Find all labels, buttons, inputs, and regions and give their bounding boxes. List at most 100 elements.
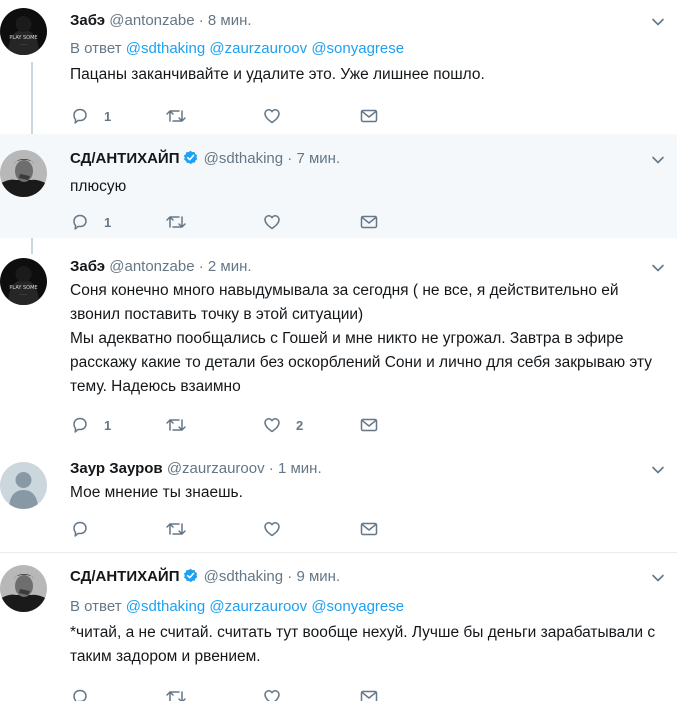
message-button[interactable] bbox=[359, 687, 379, 701]
like-button[interactable] bbox=[262, 687, 296, 701]
tweet-content: СД/АНТИХАЙП @sdthaking · 7 мин. плюсую bbox=[70, 149, 667, 199]
tweet-header: Забэ @antonzabe · 8 мин. bbox=[70, 11, 667, 31]
verified-badge-icon bbox=[183, 568, 198, 589]
tweet[interactable]: СД/АНТИХАЙП @sdthaking · 9 мин. В ответ … bbox=[0, 553, 677, 701]
reply-icon bbox=[73, 214, 87, 230]
tweet-timestamp[interactable]: 8 мин. bbox=[208, 12, 252, 29]
message-button[interactable] bbox=[359, 415, 379, 435]
tweet-header: СД/АНТИХАЙП @sdthaking · 9 мин. bbox=[70, 567, 667, 589]
author-handle[interactable]: @antonzabe bbox=[109, 258, 194, 275]
mention-link[interactable]: @sdthaking bbox=[126, 40, 205, 57]
reply-button[interactable]: 1 bbox=[70, 212, 111, 232]
reply-prefix: В ответ bbox=[70, 40, 122, 57]
like-button[interactable] bbox=[262, 106, 296, 126]
envelope-icon bbox=[360, 690, 378, 701]
chevron-down-icon[interactable] bbox=[651, 463, 665, 482]
heart-icon bbox=[264, 418, 280, 433]
tweet-actions: 1 bbox=[70, 106, 400, 126]
mention-link[interactable]: @zaurzauroov bbox=[209, 598, 307, 615]
retweet-button[interactable] bbox=[165, 687, 201, 701]
retweet-button[interactable] bbox=[165, 212, 201, 232]
tweet[interactable]: Заур Зауров @zaurzauroov · 1 мин. Мое мн… bbox=[0, 450, 677, 552]
reply-button[interactable] bbox=[70, 519, 104, 539]
avatar[interactable]: PLAY SOME ~~~ bbox=[0, 258, 47, 305]
reply-button[interactable] bbox=[70, 687, 104, 701]
retweet-button[interactable] bbox=[165, 519, 201, 539]
author-handle[interactable]: @sdthaking bbox=[204, 150, 283, 167]
retweet-icon bbox=[166, 419, 186, 431]
heart-icon bbox=[264, 215, 280, 230]
retweet-icon bbox=[166, 691, 186, 701]
chevron-down-icon[interactable] bbox=[651, 15, 665, 34]
tweet-paragraph: Мы адекватно пообщались с Гошей и мне ни… bbox=[70, 330, 652, 395]
reply-prefix: В ответ bbox=[70, 598, 122, 615]
like-button[interactable]: 2 bbox=[262, 415, 303, 435]
avatar[interactable] bbox=[0, 565, 47, 612]
tweet-timestamp[interactable]: 2 мин. bbox=[208, 258, 252, 275]
retweet-button[interactable] bbox=[165, 106, 201, 126]
retweet-button[interactable] bbox=[165, 415, 201, 435]
tweet-text: плюсую bbox=[70, 175, 667, 199]
envelope-icon bbox=[360, 215, 378, 229]
reply-button[interactable]: 1 bbox=[70, 106, 111, 126]
author-name[interactable]: СД/АНТИХАЙП bbox=[70, 150, 180, 167]
tweet-actions bbox=[70, 687, 400, 701]
tweet-timestamp[interactable]: 7 мин. bbox=[296, 150, 340, 167]
separator-dot: · bbox=[198, 12, 204, 29]
author-handle[interactable]: @sdthaking bbox=[204, 568, 283, 585]
reply-context: В ответ @sdthaking @zaurzauroov @sonyagr… bbox=[70, 597, 667, 617]
avatar[interactable] bbox=[0, 462, 47, 509]
tweet-paragraph: плюсую bbox=[70, 178, 127, 195]
heart-icon bbox=[264, 522, 280, 537]
tweet-header: Заур Зауров @zaurzauroov · 1 мин. bbox=[70, 459, 667, 479]
heart-icon bbox=[264, 109, 280, 124]
tweet[interactable]: СД/АНТИХАЙП @sdthaking · 7 мин. плюсую 1 bbox=[0, 134, 677, 238]
tweet-paragraph: Мое мнение ты знаешь. bbox=[70, 484, 243, 501]
tweet-actions: 1 2 bbox=[70, 415, 400, 435]
tweet[interactable]: PLAY SOME ~~~ Забэ @antonzabe · 8 мин. В … bbox=[0, 0, 677, 134]
mention-link[interactable]: @sonyagrese bbox=[311, 598, 404, 615]
message-button[interactable] bbox=[359, 106, 379, 126]
reply-icon bbox=[73, 689, 87, 701]
chevron-down-icon[interactable] bbox=[651, 153, 665, 172]
reply-count: 1 bbox=[104, 108, 112, 124]
black-hoodie-avatar: PLAY SOME~~~ bbox=[0, 258, 47, 305]
author-name[interactable]: Заур Зауров bbox=[70, 460, 163, 477]
tweet[interactable]: PLAY SOME ~~~ Забэ @antonzabe · 2 мин. Со… bbox=[0, 250, 677, 450]
author-name[interactable]: СД/АНТИХАЙП bbox=[70, 568, 180, 585]
tweet-actions bbox=[70, 519, 400, 539]
mention-link[interactable]: @sdthaking bbox=[126, 598, 205, 615]
message-button[interactable] bbox=[359, 212, 379, 232]
mention-link[interactable]: @zaurzauroov bbox=[209, 40, 307, 57]
tweet-paragraph: Пацаны заканчивайте и удалите это. Уже л… bbox=[70, 66, 485, 83]
author-name[interactable]: Забэ bbox=[70, 12, 105, 29]
separator-dot: · bbox=[268, 460, 274, 477]
tweet-header: Забэ @antonzabe · 2 мин. bbox=[70, 257, 667, 277]
envelope-icon bbox=[360, 522, 378, 536]
tweet-timestamp[interactable]: 9 мин. bbox=[296, 568, 340, 585]
man-portrait-avatar bbox=[0, 150, 47, 197]
avatar[interactable] bbox=[0, 150, 47, 197]
avatar[interactable]: PLAY SOME ~~~ bbox=[0, 8, 47, 55]
message-button[interactable] bbox=[359, 519, 379, 539]
tweet-actions: 1 bbox=[70, 212, 400, 232]
chevron-down-icon[interactable] bbox=[651, 261, 665, 280]
retweet-icon bbox=[166, 216, 186, 228]
chevron-down-icon[interactable] bbox=[651, 571, 665, 590]
like-button[interactable] bbox=[262, 519, 296, 539]
like-button[interactable] bbox=[262, 212, 296, 232]
reply-button[interactable]: 1 bbox=[70, 415, 111, 435]
tweet-timestamp[interactable]: 1 мин. bbox=[278, 460, 322, 477]
mention-link[interactable]: @sonyagrese bbox=[311, 40, 404, 57]
author-handle[interactable]: @antonzabe bbox=[109, 12, 194, 29]
tweet-text: Мое мнение ты знаешь. bbox=[70, 481, 667, 505]
author-name[interactable]: Забэ bbox=[70, 258, 105, 275]
tweet-paragraph: Соня конечно много навыдумывала за сегод… bbox=[70, 282, 619, 323]
separator-dot: · bbox=[287, 150, 293, 167]
svg-text:~~~: ~~~ bbox=[20, 292, 28, 296]
tweet-content: Заур Зауров @zaurzauroov · 1 мин. Мое мн… bbox=[70, 459, 667, 505]
author-handle[interactable]: @zaurzauroov bbox=[167, 460, 265, 477]
retweet-icon bbox=[166, 523, 186, 535]
reply-count: 1 bbox=[104, 417, 112, 433]
separator-dot: · bbox=[198, 258, 204, 275]
